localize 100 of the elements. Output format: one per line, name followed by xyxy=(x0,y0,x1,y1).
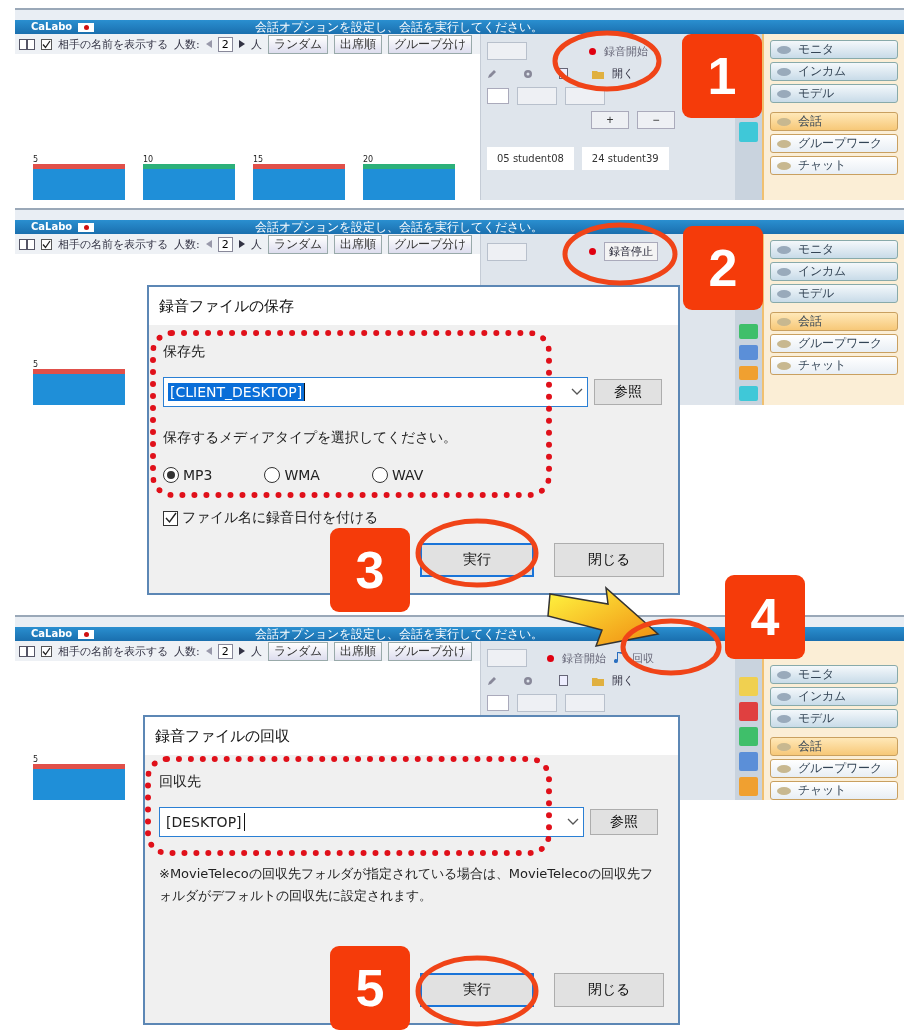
zoom-button[interactable]: − xyxy=(637,111,675,129)
chevron-icon[interactable] xyxy=(567,818,579,826)
side-button[interactable]: チャット xyxy=(770,781,898,800)
gear-icon[interactable] xyxy=(523,68,533,79)
number-field[interactable] xyxy=(487,88,509,104)
checkbox[interactable] xyxy=(163,510,178,526)
side-button[interactable]: モデル xyxy=(770,284,898,303)
left-arrow-icon[interactable] xyxy=(205,40,212,48)
side-button[interactable]: インカム xyxy=(770,62,898,81)
color-tab[interactable] xyxy=(739,677,758,696)
color-tab[interactable] xyxy=(739,752,758,771)
toolbar-button[interactable]: グループ分け xyxy=(387,34,472,54)
dialog-button[interactable]: 閉じる xyxy=(554,973,664,1007)
student-cell[interactable]: 05 student08 xyxy=(487,147,574,170)
count-field[interactable]: 2 xyxy=(217,36,233,52)
color-tab[interactable] xyxy=(739,365,758,381)
side-button[interactable]: インカム xyxy=(770,687,898,706)
grid-icon[interactable] xyxy=(19,38,35,50)
screen-thumbnail[interactable] xyxy=(33,764,125,800)
toolbar-button[interactable]: ランダム xyxy=(267,234,328,254)
side-button[interactable]: モニタ xyxy=(770,240,898,259)
left-arrow-icon[interactable] xyxy=(205,240,212,248)
count-field[interactable]: 2 xyxy=(217,643,233,659)
browse-button[interactable]: 参照 xyxy=(594,379,662,405)
record-button[interactable]: 録音停止 xyxy=(604,242,658,261)
pencil-icon[interactable] xyxy=(487,68,497,79)
side-button[interactable]: グループワーク xyxy=(770,334,898,353)
open-label[interactable]: 開く xyxy=(612,66,634,81)
screen-thumbnail[interactable] xyxy=(33,369,125,405)
right-arrow-icon[interactable] xyxy=(238,647,245,655)
folder-icon[interactable] xyxy=(592,68,604,79)
zoom-button[interactable]: + xyxy=(591,111,629,129)
toolbar-button[interactable]: 出席順 xyxy=(333,234,382,254)
count-field[interactable]: 2 xyxy=(217,236,233,252)
device-icon xyxy=(776,66,792,77)
grid-icon[interactable] xyxy=(19,645,35,657)
side-button[interactable]: モニタ xyxy=(770,665,898,684)
dialog-button[interactable]: 閉じる xyxy=(554,543,664,577)
screen-thumbnail[interactable] xyxy=(363,164,455,200)
color-tab[interactable] xyxy=(739,324,758,339)
blank-button[interactable] xyxy=(487,649,527,667)
side-button[interactable]: モデル xyxy=(770,709,898,728)
side-button[interactable]: 会話 xyxy=(770,112,898,131)
side-button[interactable]: チャット xyxy=(770,156,898,175)
blank-button[interactable] xyxy=(517,87,557,105)
side-button[interactable]: モデル xyxy=(770,84,898,103)
right-arrow-icon[interactable] xyxy=(238,40,245,48)
blank-button[interactable] xyxy=(487,242,527,261)
number-field[interactable] xyxy=(487,695,509,711)
record-button[interactable]: 録音開始 xyxy=(604,43,648,59)
radio-option[interactable]: MP3 xyxy=(163,467,213,483)
toolbar-button[interactable]: 出席順 xyxy=(333,34,382,54)
toolbar-button[interactable]: ランダム xyxy=(267,34,328,54)
color-tab[interactable] xyxy=(739,344,758,360)
browse-button[interactable]: 参照 xyxy=(590,809,658,835)
file-icon[interactable] xyxy=(559,675,568,686)
right-arrow-icon[interactable] xyxy=(238,240,245,248)
color-tab[interactable] xyxy=(739,727,758,746)
screen-thumbnail[interactable] xyxy=(33,164,125,200)
gear-icon[interactable] xyxy=(523,675,533,686)
flag-icon xyxy=(78,222,95,232)
toolbar-button[interactable]: ランダム xyxy=(267,641,328,661)
folder-icon[interactable] xyxy=(592,675,604,686)
side-button[interactable]: 会話 xyxy=(770,312,898,331)
blank-button[interactable] xyxy=(487,42,527,60)
dialog-button[interactable]: 実行 xyxy=(420,973,534,1007)
grid-icon[interactable] xyxy=(19,238,35,250)
count-label: 人数: xyxy=(174,236,200,252)
color-tab[interactable] xyxy=(739,777,758,796)
color-tab[interactable] xyxy=(739,386,758,401)
side-button[interactable]: グループワーク xyxy=(770,134,898,153)
side-button[interactable]: インカム xyxy=(770,262,898,281)
destination-combobox[interactable]: [DESKTOP] xyxy=(159,807,584,837)
color-tab[interactable] xyxy=(739,702,758,721)
side-button[interactable]: グループワーク xyxy=(770,759,898,778)
record-button[interactable]: 録音開始 xyxy=(562,650,606,666)
screen-thumbnail[interactable] xyxy=(253,164,345,200)
radio-option[interactable]: WAV xyxy=(371,467,424,483)
chevron-icon[interactable] xyxy=(571,388,583,396)
screen-thumbnail[interactable] xyxy=(143,164,235,200)
toolbar-button[interactable]: グループ分け xyxy=(387,641,472,661)
side-button[interactable]: チャット xyxy=(770,356,898,375)
blank-button[interactable] xyxy=(517,694,557,712)
left-arrow-icon[interactable] xyxy=(205,647,212,655)
toolbar-button[interactable]: 出席順 xyxy=(333,641,382,661)
checkbox[interactable] xyxy=(41,38,52,50)
radio-option[interactable]: WMA xyxy=(264,467,320,483)
flag-icon xyxy=(78,629,95,639)
toolbar-button[interactable]: グループ分け xyxy=(387,234,472,254)
checkbox[interactable] xyxy=(41,238,52,250)
pencil-icon[interactable] xyxy=(487,675,497,686)
open-label[interactable]: 開く xyxy=(612,673,634,688)
color-tab[interactable] xyxy=(739,122,758,142)
checkbox[interactable] xyxy=(41,645,52,657)
destination-combobox[interactable]: [CLIENT_DESKTOP] xyxy=(163,377,588,407)
side-button[interactable]: 会話 xyxy=(770,737,898,756)
student-cell[interactable]: 24 student39 xyxy=(581,147,669,170)
blank-button[interactable] xyxy=(565,694,605,712)
side-button[interactable]: モニタ xyxy=(770,40,898,59)
dialog-button[interactable]: 実行 xyxy=(420,543,534,577)
